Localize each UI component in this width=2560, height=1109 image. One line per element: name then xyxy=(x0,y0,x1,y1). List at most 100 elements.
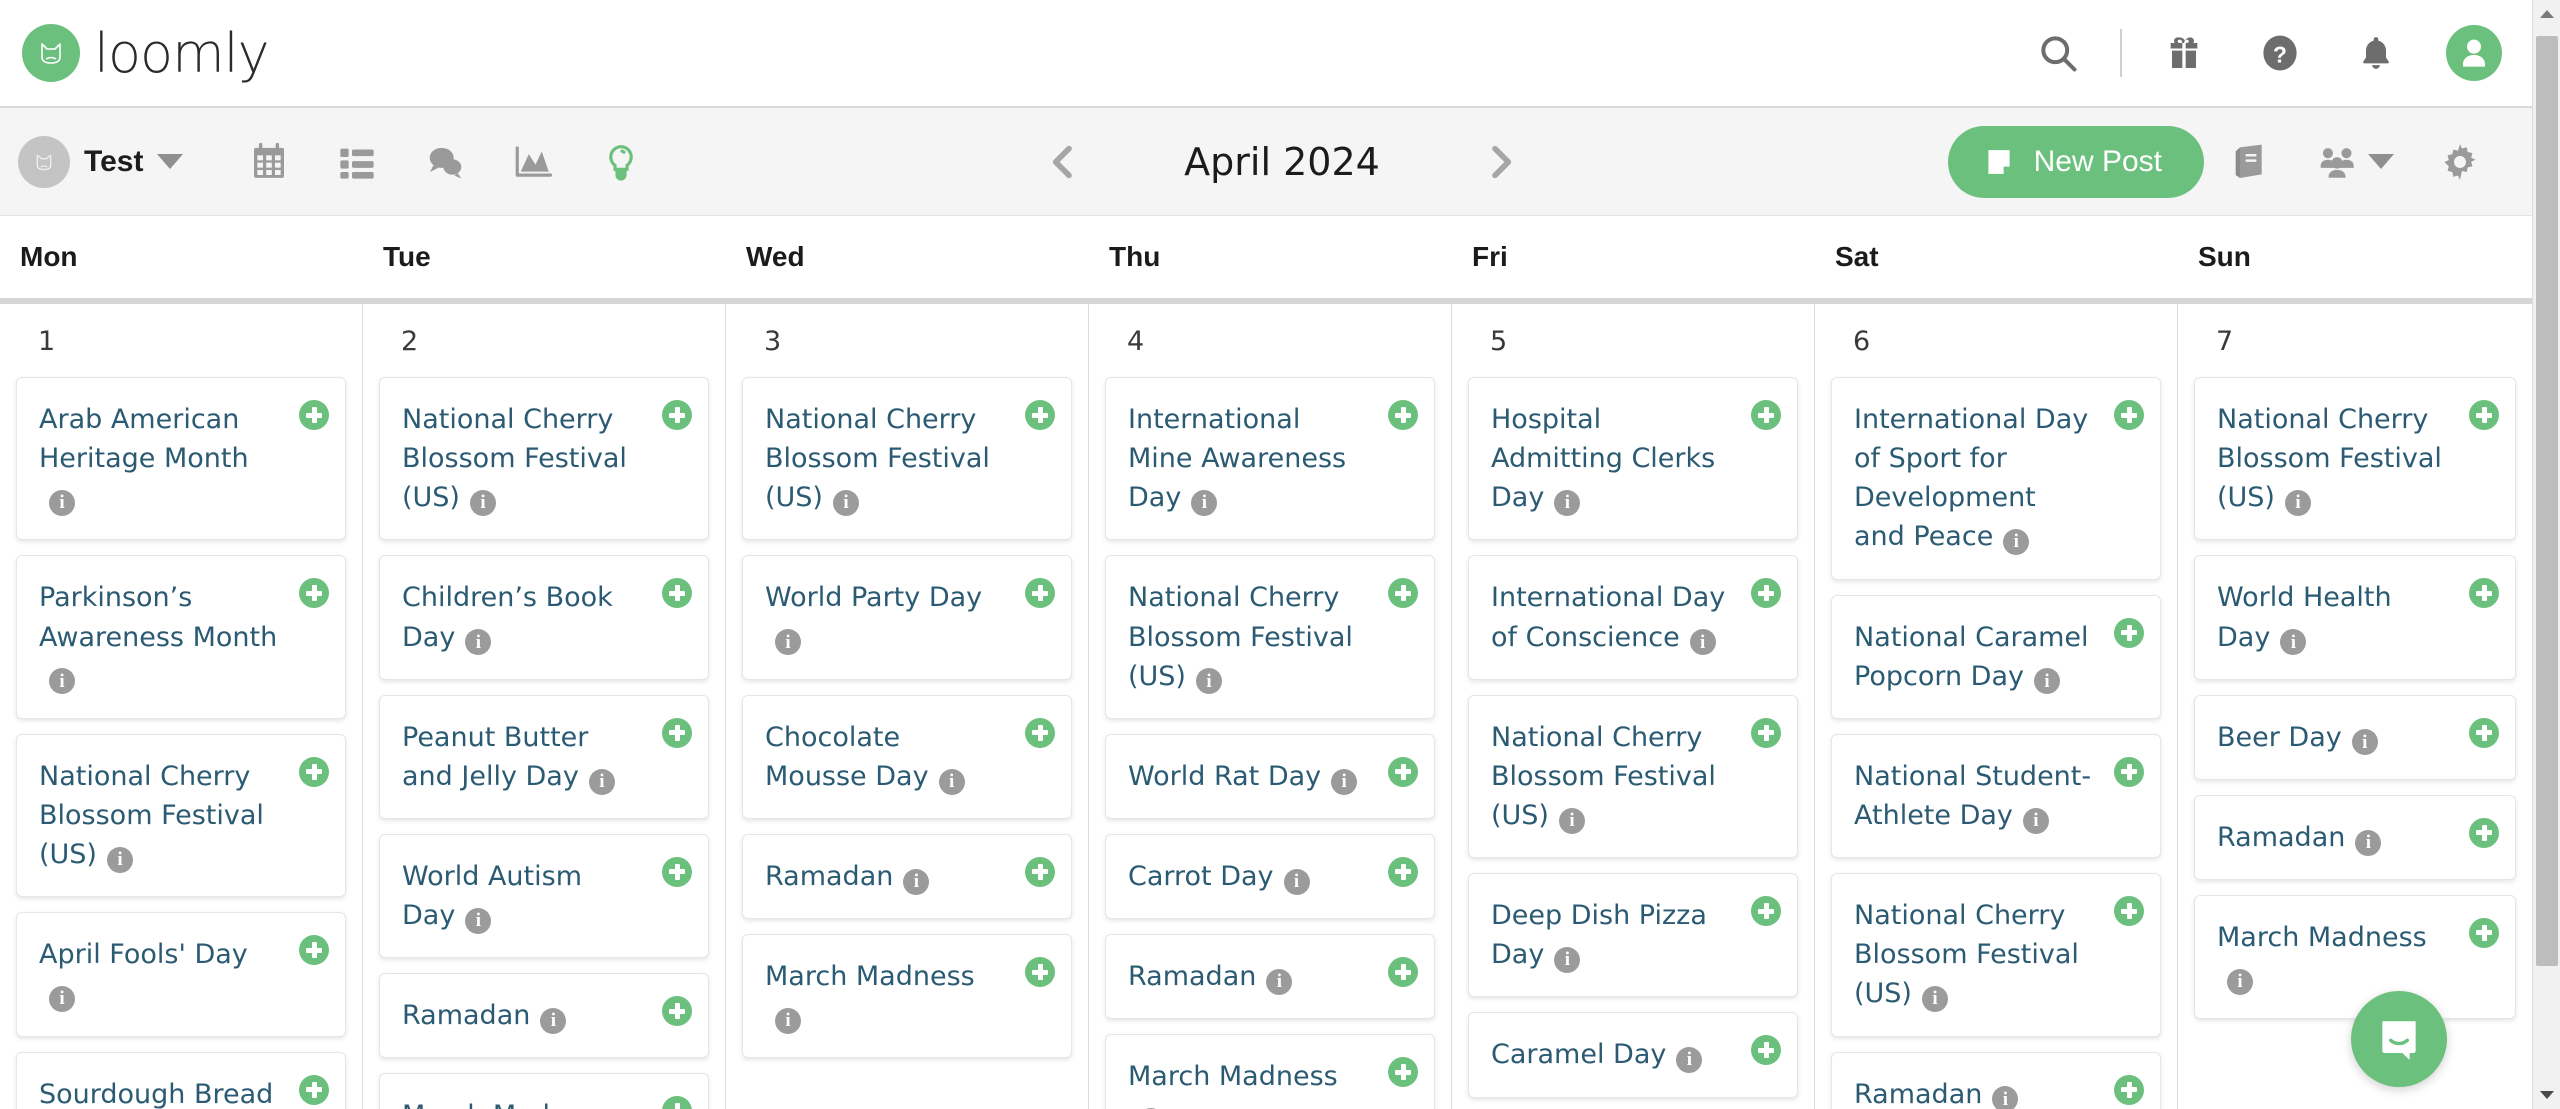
event-card[interactable]: National Cherry Blossom Festival (US)i xyxy=(742,377,1072,540)
list-view-icon[interactable] xyxy=(313,126,401,198)
add-post-icon[interactable] xyxy=(2114,1075,2144,1105)
event-card[interactable]: April Fools' Dayi xyxy=(16,912,346,1036)
add-post-icon[interactable] xyxy=(1751,896,1781,926)
day-number[interactable]: 1 xyxy=(16,304,346,377)
event-card[interactable]: Deep Dish Pizza Dayi xyxy=(1468,873,1798,997)
chevron-right-icon[interactable] xyxy=(1476,138,1524,186)
event-card[interactable]: National Student-Athlete Dayi xyxy=(1831,734,2161,858)
event-card[interactable]: Parkinson’s Awareness Monthi xyxy=(16,555,346,718)
intercom-chat-icon[interactable] xyxy=(2351,991,2447,1087)
event-card[interactable]: Ramadani xyxy=(2194,795,2516,880)
add-post-icon[interactable] xyxy=(299,757,329,787)
event-card[interactable]: International Day of Sport for Developme… xyxy=(1831,377,2161,580)
event-card[interactable]: Hospital Admitting Clerks Dayi xyxy=(1468,377,1798,540)
event-card[interactable]: World Autism Dayi xyxy=(379,834,709,958)
add-post-icon[interactable] xyxy=(2469,918,2499,948)
info-icon[interactable]: i xyxy=(1559,808,1585,834)
new-post-button[interactable]: New Post xyxy=(1948,126,2204,198)
info-icon[interactable]: i xyxy=(833,490,859,516)
chevron-down-icon[interactable] xyxy=(2368,154,2394,169)
scroll-up-arrow-icon[interactable] xyxy=(2533,0,2560,28)
info-icon[interactable]: i xyxy=(49,490,75,516)
add-post-icon[interactable] xyxy=(2469,818,2499,848)
add-post-icon[interactable] xyxy=(1751,400,1781,430)
event-card[interactable]: Sourdough Bread Dayi xyxy=(16,1052,346,1109)
info-icon[interactable]: i xyxy=(1331,769,1357,795)
event-card[interactable]: Ramadani xyxy=(379,973,709,1058)
event-card[interactable]: Carrot Dayi xyxy=(1105,834,1435,919)
event-card[interactable]: World Party Dayi xyxy=(742,555,1072,679)
info-icon[interactable]: i xyxy=(2023,808,2049,834)
info-icon[interactable]: i xyxy=(903,869,929,895)
analytics-icon[interactable] xyxy=(489,126,577,198)
browser-scrollbar[interactable] xyxy=(2532,0,2560,1109)
info-icon[interactable]: i xyxy=(1554,947,1580,973)
info-icon[interactable]: i xyxy=(1992,1086,2018,1109)
info-icon[interactable]: i xyxy=(2285,490,2311,516)
info-icon[interactable]: i xyxy=(589,769,615,795)
event-card[interactable]: March Madnessi xyxy=(379,1073,709,1109)
event-card[interactable]: World Rat Dayi xyxy=(1105,734,1435,819)
add-post-icon[interactable] xyxy=(2114,400,2144,430)
event-card[interactable]: International Day of Consciencei xyxy=(1468,555,1798,679)
add-post-icon[interactable] xyxy=(1025,857,1055,887)
info-icon[interactable]: i xyxy=(2003,529,2029,555)
event-card[interactable]: National Cherry Blossom Festival (US)i xyxy=(1468,695,1798,858)
info-icon[interactable]: i xyxy=(107,847,133,873)
comments-icon[interactable] xyxy=(401,126,489,198)
add-post-icon[interactable] xyxy=(2114,896,2144,926)
info-icon[interactable]: i xyxy=(1676,1047,1702,1073)
info-icon[interactable]: i xyxy=(465,629,491,655)
event-card[interactable]: National Cherry Blossom Festival (US)i xyxy=(1831,873,2161,1036)
event-card[interactable]: Peanut Butter and Jelly Dayi xyxy=(379,695,709,819)
add-post-icon[interactable] xyxy=(662,400,692,430)
add-post-icon[interactable] xyxy=(2114,618,2144,648)
add-post-icon[interactable] xyxy=(662,718,692,748)
add-post-icon[interactable] xyxy=(1025,957,1055,987)
event-card[interactable]: National Cherry Blossom Festival (US)i xyxy=(379,377,709,540)
info-icon[interactable]: i xyxy=(2034,668,2060,694)
event-card[interactable]: National Cherry Blossom Festival (US)i xyxy=(1105,555,1435,718)
info-icon[interactable]: i xyxy=(1922,986,1948,1012)
info-icon[interactable]: i xyxy=(1554,490,1580,516)
event-card[interactable]: National Cherry Blossom Festival (US)i xyxy=(16,734,346,897)
info-icon[interactable]: i xyxy=(2280,629,2306,655)
info-icon[interactable]: i xyxy=(1690,629,1716,655)
chevron-down-icon[interactable] xyxy=(157,154,183,169)
day-number[interactable]: 2 xyxy=(379,304,709,377)
event-card[interactable]: Arab American Heritage Monthi xyxy=(16,377,346,540)
bell-icon[interactable] xyxy=(2328,19,2424,87)
user-avatar-icon[interactable] xyxy=(2446,25,2502,81)
info-icon[interactable]: i xyxy=(465,908,491,934)
search-icon[interactable] xyxy=(2010,19,2106,87)
add-post-icon[interactable] xyxy=(1388,400,1418,430)
add-post-icon[interactable] xyxy=(299,1075,329,1105)
scroll-down-arrow-icon[interactable] xyxy=(2533,1081,2560,1109)
scrollbar-thumb[interactable] xyxy=(2536,36,2558,966)
event-card[interactable]: National Cherry Blossom Festival (US)i xyxy=(2194,377,2516,540)
info-icon[interactable]: i xyxy=(775,629,801,655)
info-icon[interactable]: i xyxy=(939,769,965,795)
settings-gear-icon[interactable] xyxy=(2414,126,2506,198)
info-icon[interactable]: i xyxy=(2227,969,2253,995)
add-post-icon[interactable] xyxy=(2469,718,2499,748)
event-card[interactable]: International Mine Awareness Dayi xyxy=(1105,377,1435,540)
info-icon[interactable]: i xyxy=(2352,729,2378,755)
event-card[interactable]: March Madnessi xyxy=(1105,1034,1435,1109)
event-card[interactable]: Chocolate Mousse Dayi xyxy=(742,695,1072,819)
event-card[interactable]: March Madnessi xyxy=(742,934,1072,1058)
event-card[interactable]: Ramadani xyxy=(742,834,1072,919)
add-post-icon[interactable] xyxy=(1388,757,1418,787)
workspace-selector[interactable]: Test xyxy=(18,136,183,188)
day-number[interactable]: 7 xyxy=(2194,304,2516,377)
help-icon[interactable]: ? xyxy=(2232,19,2328,87)
event-card[interactable]: Caramel Dayi xyxy=(1468,1012,1798,1097)
info-icon[interactable]: i xyxy=(1191,490,1217,516)
event-card[interactable]: World Health Dayi xyxy=(2194,555,2516,679)
info-icon[interactable]: i xyxy=(1284,869,1310,895)
add-post-icon[interactable] xyxy=(1025,718,1055,748)
add-post-icon[interactable] xyxy=(1388,957,1418,987)
event-card[interactable]: National Caramel Popcorn Dayi xyxy=(1831,595,2161,719)
add-post-icon[interactable] xyxy=(1751,718,1781,748)
info-icon[interactable]: i xyxy=(1266,969,1292,995)
